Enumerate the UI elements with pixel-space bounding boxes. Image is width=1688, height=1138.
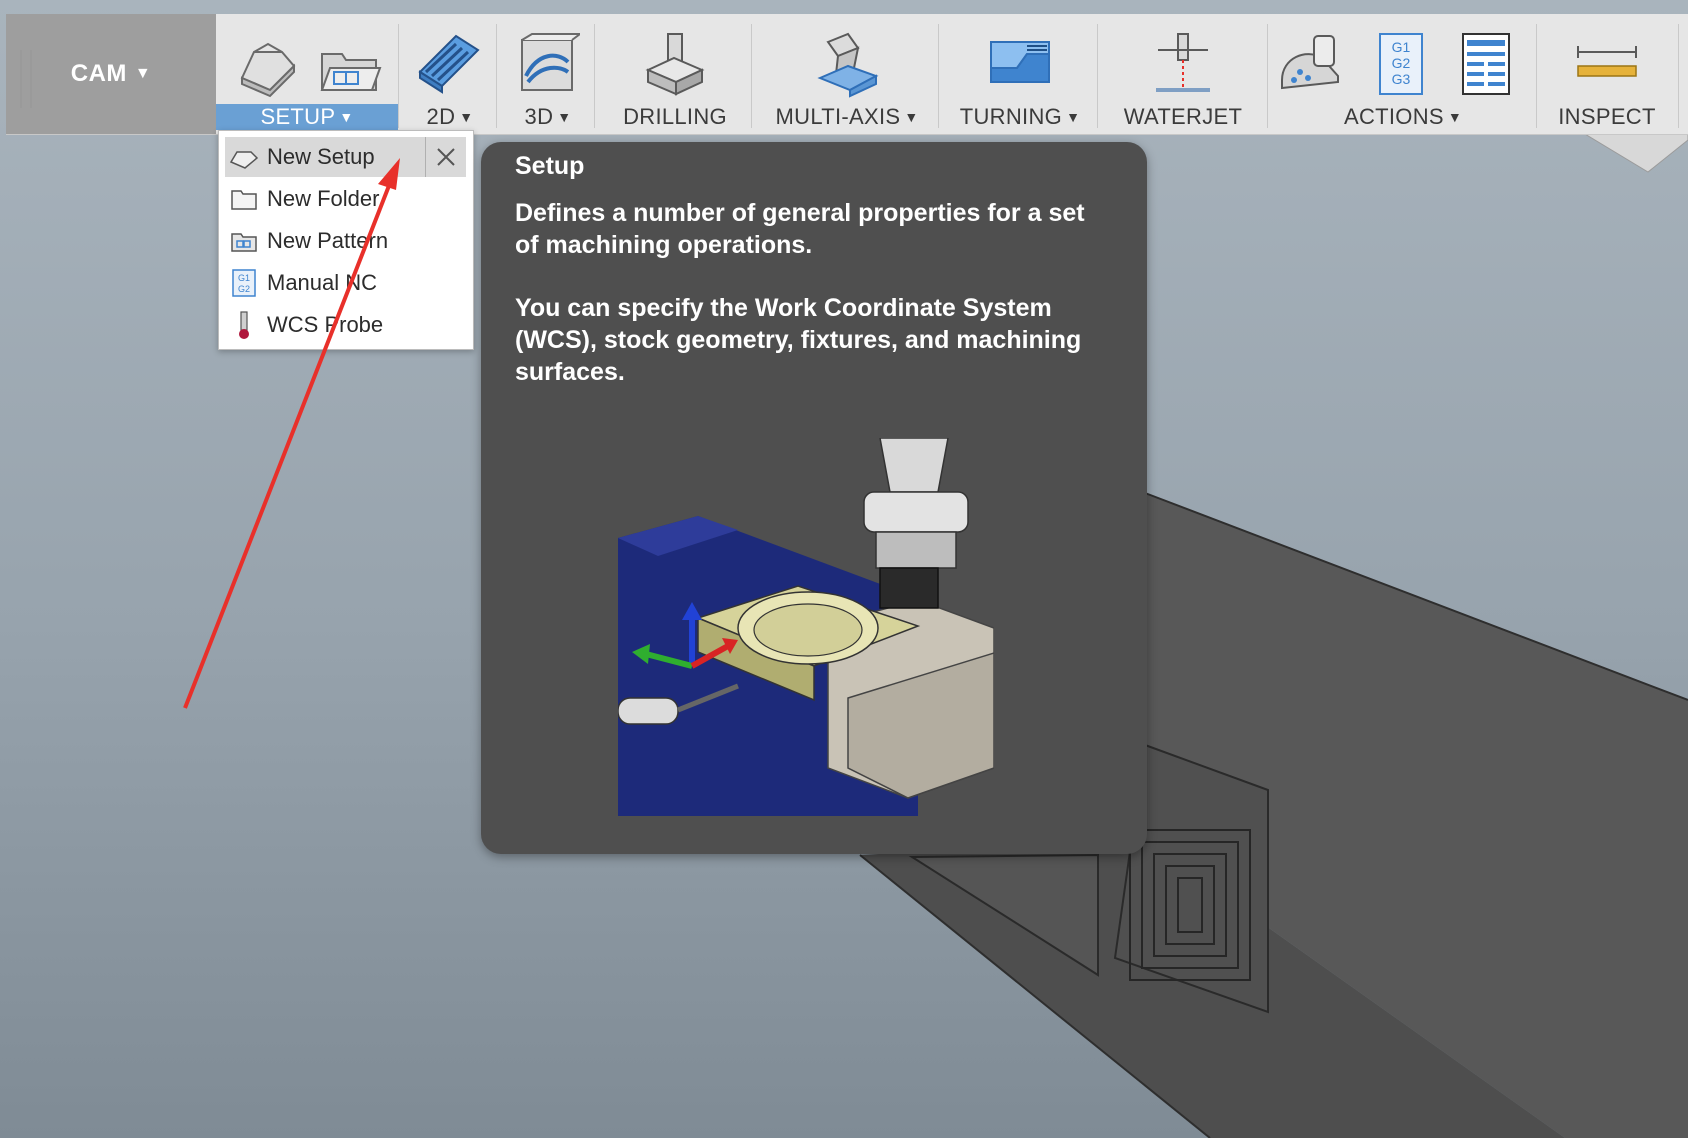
simulate-icon[interactable]	[1278, 32, 1344, 98]
menu-item-label: Manual NC	[267, 270, 378, 295]
svg-text:G2: G2	[238, 284, 250, 294]
toolbar-divider	[496, 24, 497, 128]
toolbar-group-actions[interactable]: G1 G2 G3 ACTIONS ▼	[1273, 14, 1533, 134]
toolbar-divider	[398, 24, 399, 128]
2d-group-label[interactable]: 2D ▼	[404, 104, 496, 130]
toolbar-divider	[1097, 24, 1098, 128]
manual-nc-icon: G1 G2	[232, 269, 256, 297]
svg-text:G1: G1	[1392, 39, 1411, 55]
drilling-group-label[interactable]: DRILLING	[600, 104, 750, 130]
probe-icon	[239, 311, 249, 339]
folder-icon	[231, 190, 257, 210]
toolbar-divider	[1267, 24, 1268, 128]
3d-adaptive-icon[interactable]	[514, 32, 580, 98]
tooltip-title: Setup	[515, 152, 585, 180]
chevron-down-icon: ▼	[134, 65, 152, 82]
toolbar-divider	[938, 24, 939, 128]
menu-item-new-setup[interactable]: New Setup	[225, 137, 425, 177]
2d-adaptive-icon[interactable]	[416, 32, 482, 98]
menu-item-label: New Pattern	[267, 228, 389, 253]
toolbar-group-multi-axis[interactable]: MULTI-AXIS ▼	[757, 14, 937, 134]
toolbar-grip[interactable]	[20, 50, 32, 108]
workspace-label: CAM	[70, 60, 127, 87]
toolbar-divider	[1536, 24, 1537, 128]
view-cube[interactable]	[1583, 133, 1688, 173]
toolbar: CAM ▼ SETUP ▼ 2D ▼ 3D ▼ DRILLING MULTI-A…	[6, 14, 1688, 135]
new-setup-icon[interactable]	[236, 32, 302, 98]
new-folder-setup-icon[interactable]	[316, 32, 382, 98]
close-icon	[437, 148, 455, 166]
menu-item-new-folder[interactable]: New Folder	[225, 179, 467, 219]
svg-text:G2: G2	[1392, 55, 1411, 71]
setup-illustration-image	[618, 438, 994, 816]
workspace-switcher[interactable]: CAM ▼	[6, 14, 216, 134]
menu-item-label: New Setup	[267, 144, 375, 169]
toolbar-divider	[751, 24, 752, 128]
setup-sheet-icon[interactable]	[1453, 32, 1519, 98]
tooltip-detail: You can specify the Work Coordinate Syst…	[515, 294, 1082, 386]
menu-item-manual-nc[interactable]: G1 G2 Manual NC	[225, 263, 467, 303]
menu-item-label: WCS Probe	[267, 312, 384, 337]
waterjet-icon[interactable]	[1150, 32, 1216, 98]
actions-group-label[interactable]: ACTIONS ▼	[1273, 104, 1533, 130]
setup-dropdown-menu: New Setup New Folder New Pattern G1 G2 M…	[218, 130, 474, 350]
setup-tooltip: Setup Defines a number of general proper…	[481, 142, 1147, 854]
pattern-icon	[231, 233, 257, 252]
multi-axis-icon[interactable]	[814, 32, 880, 98]
menu-item-label: New Folder	[267, 186, 380, 211]
toolbar-group-turning[interactable]: TURNING ▼	[944, 14, 1096, 134]
chevron-down-icon: ▼	[557, 109, 572, 125]
svg-text:G3: G3	[1392, 71, 1411, 87]
chevron-down-icon: ▼	[459, 109, 474, 125]
drill-icon[interactable]	[642, 32, 708, 98]
waterjet-group-label[interactable]: WATERJET	[1103, 104, 1263, 130]
toolbar-group-drilling[interactable]: DRILLING	[600, 14, 750, 134]
turning-group-label[interactable]: TURNING ▼	[944, 104, 1096, 130]
tooltip-description: Defines a number of general properties f…	[515, 199, 1085, 259]
toolbar-group-2d[interactable]: 2D ▼	[404, 14, 496, 134]
chevron-down-icon: ▼	[1447, 109, 1463, 125]
toolbar-divider	[594, 24, 595, 128]
chevron-down-icon: ▼	[1066, 109, 1081, 125]
setup-group-label[interactable]: SETUP ▼	[216, 104, 398, 130]
toolbar-group-inspect[interactable]: INSPECT	[1542, 14, 1672, 134]
measure-icon[interactable]	[1574, 32, 1640, 98]
close-button[interactable]	[425, 137, 466, 177]
menu-item-wcs-probe[interactable]: WCS Probe	[225, 305, 467, 345]
chevron-down-icon: ▼	[339, 109, 354, 125]
post-process-icon[interactable]: G1 G2 G3	[1368, 32, 1434, 98]
turning-icon[interactable]	[987, 32, 1053, 98]
3d-group-label[interactable]: 3D ▼	[502, 104, 594, 130]
chevron-down-icon: ▼	[904, 109, 919, 125]
toolbar-group-waterjet[interactable]: WATERJET	[1103, 14, 1263, 134]
inspect-group-label[interactable]: INSPECT	[1542, 104, 1672, 130]
new-setup-icon	[229, 151, 259, 169]
toolbar-group-setup[interactable]: SETUP ▼	[216, 14, 398, 134]
toolbar-group-3d[interactable]: 3D ▼	[502, 14, 594, 134]
svg-text:G1: G1	[238, 273, 250, 283]
toolbar-divider	[1678, 24, 1679, 128]
menu-item-new-pattern[interactable]: New Pattern	[225, 221, 467, 261]
multi-axis-group-label[interactable]: MULTI-AXIS ▼	[757, 104, 937, 130]
